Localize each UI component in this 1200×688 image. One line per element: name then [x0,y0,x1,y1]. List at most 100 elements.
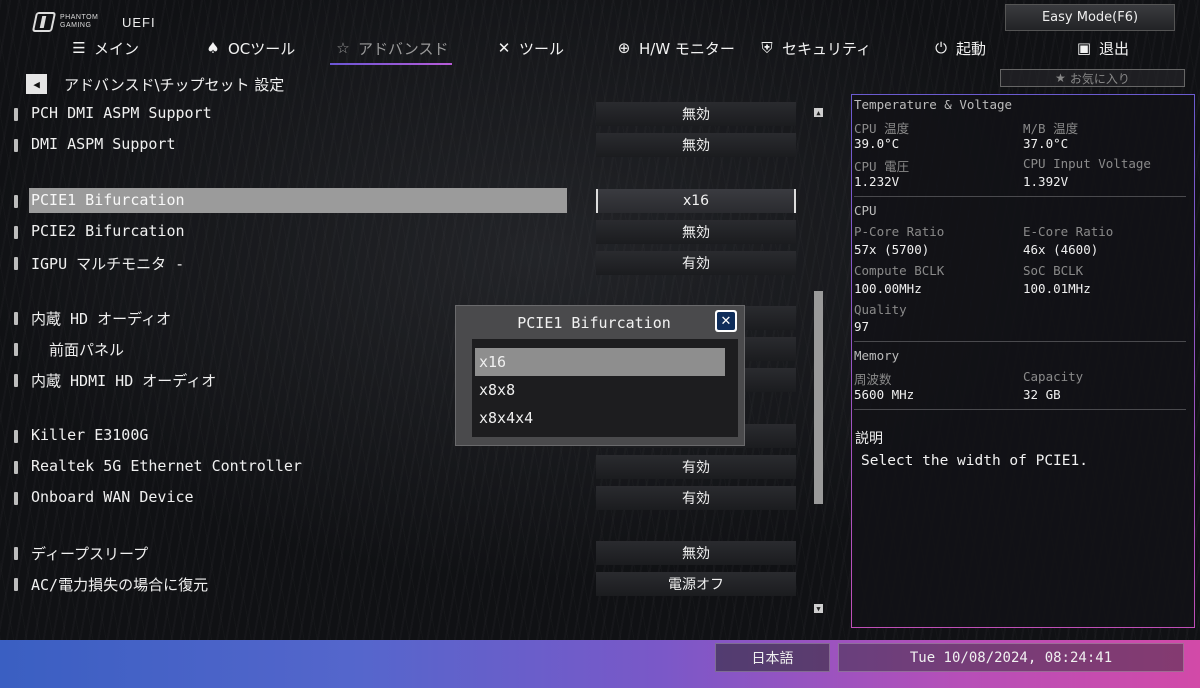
popup-close-button[interactable]: ✕ [715,310,737,332]
setting-value[interactable]: 有効 [596,251,796,275]
star-icon: ☆ [336,39,350,57]
cpu-voltage-label: CPU 電圧 [854,159,910,174]
option-popup: PCIE1 Bifurcation ✕ x16 x8x8 x8x4x4 [455,305,745,446]
setting-value[interactable]: 有効 [596,455,796,479]
scroll-down-button[interactable]: ▼ [814,604,823,613]
p-core-value: 57x (5700) [854,242,930,257]
logo-uefi: UEFI [122,14,156,30]
setting-label: PCH DMI ASPM Support [31,104,212,122]
popup-option-list: x16 x8x8 x8x4x4 [472,339,738,437]
setting-label: PCIE1 Bifurcation [31,191,185,209]
popup-option[interactable]: x8x4x4 [475,404,725,432]
setting-label: DMI ASPM Support [31,135,176,153]
logo-text: PHANTOM GAMING [60,14,99,29]
setting-value[interactable]: 電源オフ [596,572,796,596]
memory-freq-label: 周波数 [854,372,892,387]
tab-label: 起動 [956,39,987,58]
soc-bclk-label: SoC BCLK [1023,263,1084,278]
setting-value[interactable]: 有効 [596,486,796,510]
quality-label: Quality [854,302,907,317]
cpu-input-voltage-value: 1.392V [1023,174,1069,189]
favorites-label: お気に入り [1069,71,1130,86]
language-button[interactable]: 日本語 [715,643,830,672]
e-core-label: E-Core Ratio [1023,224,1114,239]
quality-value: 97 [854,319,870,334]
mb-temp-label: M/B 温度 [1023,121,1079,136]
favorites-button[interactable]: ★ お気に入り [1000,69,1185,87]
setting-value[interactable]: 無効 [596,541,796,565]
row-bullet [14,343,18,356]
tab-label: ツール [519,39,565,58]
description-heading: 説明 [855,431,883,447]
setting-value[interactable]: x16 [596,189,796,213]
cpu-input-voltage-label: CPU Input Voltage [1023,156,1151,171]
popup-title: PCIE1 Bifurcation [517,314,671,332]
setting-value[interactable]: 無効 [596,133,796,157]
setting-label: AC/電力損失の場合に復元 [31,576,209,594]
row-bullet [14,312,18,325]
compute-bclk-value: 100.00MHz [854,281,922,296]
row-bullet [14,578,18,591]
triangle-down-icon: ▼ [816,604,821,613]
target-icon: ⊕ [617,39,631,57]
setting-label: IGPU マルチモニタ - [31,255,185,273]
setting-row-pcie2-bifurcation[interactable]: PCIE2 Bifurcation 無効 [0,219,800,245]
setting-row-pch-dmi-aspm[interactable]: PCH DMI ASPM Support 無効 [0,101,800,127]
panel-heading-temp-voltage: Temperature & Voltage [854,97,1013,112]
close-icon: ✕ [717,312,735,330]
setting-label: 前面パネル [49,341,125,359]
setting-row-realtek-ethernet[interactable]: Realtek 5G Ethernet Controller 有効 [0,454,800,480]
row-bullet [14,195,18,208]
hw-info-panel: Temperature & Voltage CPU 温度 39.0°C M/B … [851,94,1195,628]
cpu-voltage-value: 1.232V [854,174,900,189]
breadcrumb: アドバンスド\チップセット 設定 [64,76,285,94]
setting-row-dmi-aspm[interactable]: DMI ASPM Support 無効 [0,132,800,158]
tab-security[interactable]: ⛨ セキュリティ [758,34,871,62]
setting-row-ac-power-loss[interactable]: AC/電力損失の場合に復元 電源オフ [0,571,800,597]
setting-label: ディープスリープ [31,545,149,563]
mb-temp-value: 37.0°C [1023,136,1069,151]
scroll-up-button[interactable]: ▲ [814,108,823,117]
star-icon: ★ [1055,71,1066,85]
scrollbar-thumb[interactable] [814,291,823,504]
setting-label: Killer E3100G [31,426,149,444]
exit-icon: ▣ [1076,39,1092,57]
tab-label: H/W モニター [639,39,735,58]
easy-mode-button[interactable]: Easy Mode(F6) [1005,4,1175,31]
tools-icon: ✕ [497,39,511,57]
tab-main[interactable]: ☰ メイン [70,34,139,62]
e-core-value: 46x (4600) [1023,242,1099,257]
row-bullet [14,430,18,443]
setting-row-onboard-wan[interactable]: Onboard WAN Device 有効 [0,485,800,511]
setting-row-pcie1-bifurcation[interactable]: PCIE1 Bifurcation x16 [0,188,800,214]
setting-row-igpu-multimonitor[interactable]: IGPU マルチモニタ - 有効 [0,250,800,276]
setting-label: 内蔵 HDMI HD オーディオ [31,372,217,390]
setting-label: Realtek 5G Ethernet Controller [31,457,302,475]
memory-capacity-label: Capacity [1023,369,1084,384]
cpu-temp-value: 39.0°C [854,136,900,151]
panel-heading-memory: Memory [854,348,900,363]
popup-option[interactable]: x8x8 [475,376,725,404]
description-text: Select the width of PCIE1. [861,453,1088,469]
main-nav: ☰ メイン ♠ OCツール ☆ アドバンスド ✕ ツール ⊕ H/W モニター … [0,34,1200,65]
popup-option[interactable]: x16 [475,348,725,376]
tab-label: メイン [94,39,140,58]
tab-exit[interactable]: ▣ 退出 [1075,34,1129,62]
row-bullet [14,257,18,270]
tab-oc-tools[interactable]: ♠ OCツール [204,34,295,62]
setting-value[interactable]: 無効 [596,220,796,244]
tab-hw-monitor[interactable]: ⊕ H/W モニター [615,34,735,62]
tab-label: 退出 [1099,39,1130,58]
row-bullet [14,226,18,239]
memory-capacity-value: 32 GB [1023,387,1061,402]
tab-advanced[interactable]: ☆ アドバンスド [329,34,453,65]
power-icon: ⏻ [935,39,947,57]
setting-value[interactable]: 無効 [596,102,796,126]
brand-logo: PHANTOM GAMING UEFI [31,12,156,32]
back-button[interactable]: ◀ [26,74,47,94]
p-core-label: P-Core Ratio [854,224,945,239]
tab-tools[interactable]: ✕ ツール [495,34,564,62]
tab-boot[interactable]: ⏻ 起動 [932,34,986,62]
datetime-display[interactable]: Tue 10/08/2024, 08:24:41 [838,643,1184,672]
setting-row-deep-sleep[interactable]: ディープスリープ 無効 [0,540,800,566]
